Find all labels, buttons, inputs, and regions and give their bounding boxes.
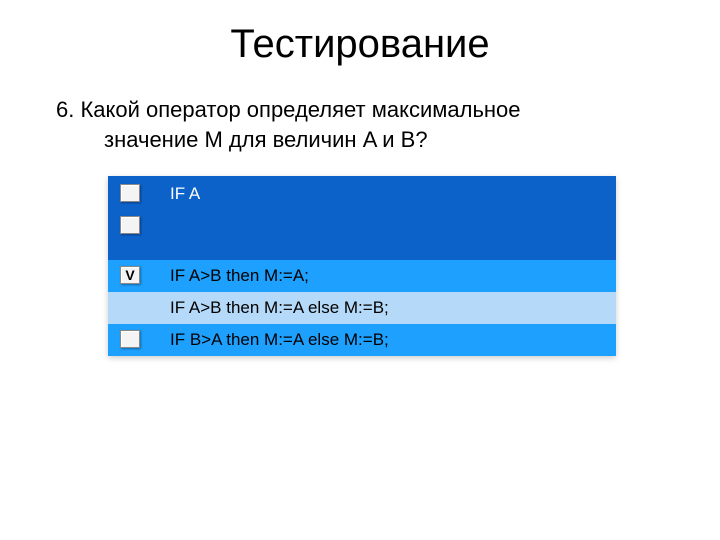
options-table: IF A V IF A>B then M:=A; IF A>B then M:=…: [108, 176, 616, 356]
option-row: IF A: [108, 176, 616, 260]
checkbox[interactable]: [120, 216, 140, 234]
option-row: V IF A>B then M:=A;: [108, 260, 616, 292]
option-label: IF A>B then M:=A else M:=B;: [170, 292, 616, 324]
slide: Тестирование 6. Какой оператор определяе…: [0, 0, 720, 540]
option-row: IF B>A then M:=A else M:=B;: [108, 324, 616, 356]
option-check-cell: [108, 324, 170, 348]
option-label: IF A: [170, 176, 616, 210]
checkbox[interactable]: V: [120, 266, 140, 284]
option-check-cell: [108, 292, 170, 298]
option-check-cell: [108, 176, 170, 234]
question-text: 6. Какой оператор определяет максимально…: [48, 95, 672, 154]
page-title: Тестирование: [48, 22, 672, 67]
checkbox[interactable]: [120, 330, 140, 348]
option-check-cell: V: [108, 260, 170, 284]
question-line-1: 6. Какой оператор определяет максимально…: [56, 95, 672, 125]
option-label: IF A>B then M:=A;: [170, 260, 616, 292]
option-label: IF B>A then M:=A else M:=B;: [170, 324, 616, 356]
question-line-2: значение M для величин A и B?: [56, 125, 672, 155]
checkbox[interactable]: [120, 184, 140, 202]
option-row: IF A>B then M:=A else M:=B;: [108, 292, 616, 324]
